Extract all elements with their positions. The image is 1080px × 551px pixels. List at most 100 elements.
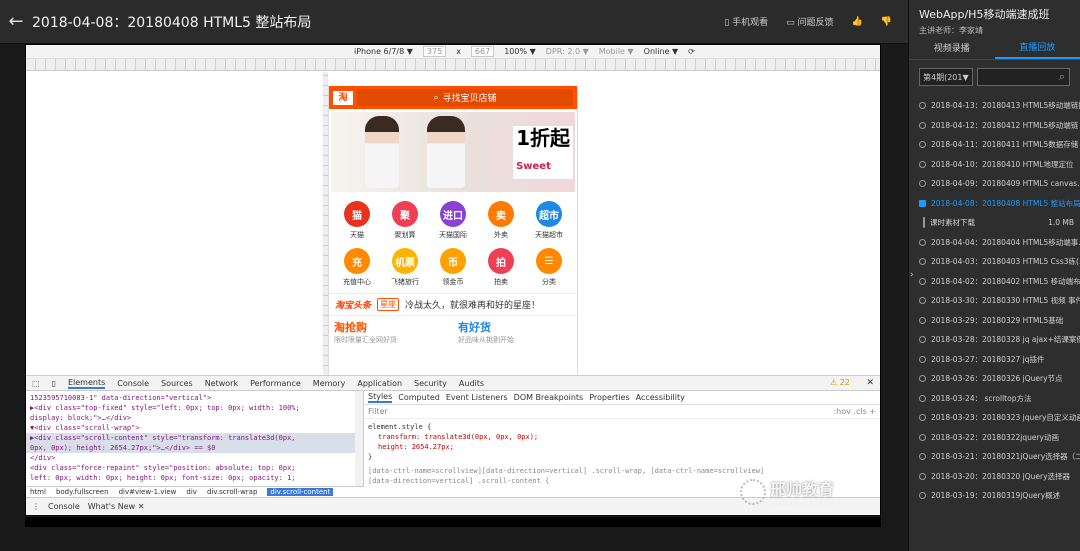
dom-node-line[interactable]: left: 0px; width: 0px; height: 0px; font…	[30, 473, 359, 483]
grid-item[interactable]: 充充值中心	[333, 248, 381, 287]
lesson-item[interactable]: 2018-03-27：20180327 jq插件	[909, 350, 1080, 370]
height-field[interactable]: 667	[470, 46, 495, 57]
play-circle-icon	[919, 355, 926, 363]
tab-video[interactable]: 视频录播	[909, 36, 995, 59]
thumbs-down-icon[interactable]: 👎	[881, 17, 892, 27]
lesson-item[interactable]: 2018-03-19：20180319jQuery概述	[909, 486, 1080, 506]
grid-item[interactable]: ☰ 分类	[525, 248, 573, 287]
dom-node-line[interactable]: 0px, 0px); height: 2654.27px;">…</div> =…	[26, 443, 363, 453]
tab-audits[interactable]: Audits	[459, 379, 484, 388]
lesson-item[interactable]: 2018-03-29：20180329 HTML5基础	[909, 311, 1080, 331]
tab-sources[interactable]: Sources	[161, 379, 193, 388]
grid-item[interactable]: 机票 飞猪旅行	[381, 248, 429, 287]
promo-qianggou[interactable]: 淘抢购 限时限量汇全网好货	[329, 316, 453, 355]
play-circle-icon	[919, 102, 926, 110]
lesson-item[interactable]: 2018-04-04：20180404 HTML5移动端事...	[909, 233, 1080, 253]
elements-tree[interactable]: 1523595710083-1" data-direction="vertica…	[26, 391, 364, 486]
breadcrumb-item[interactable]: body.fullscreen	[56, 488, 109, 496]
lesson-material[interactable]: 课时素材下载 1.0 MB	[909, 213, 1080, 233]
mode-select[interactable]: Mobile ▼	[599, 47, 634, 56]
tab-memory[interactable]: Memory	[313, 379, 346, 388]
period-select[interactable]: 第4期(201▼	[919, 68, 973, 86]
rotate-icon[interactable]: ⟳	[688, 47, 695, 56]
dom-node-line[interactable]: ▶<div class="top-fixed" style="left: 0px…	[30, 403, 359, 413]
breadcrumb-item[interactable]: html	[30, 488, 46, 496]
lesson-item[interactable]: 2018-03-28：20180328 jq ajax+结课案例	[909, 330, 1080, 350]
styles-filter[interactable]: Filter:hov .cls +	[364, 405, 880, 419]
tab-elements[interactable]: Elements	[67, 378, 106, 389]
tab-security[interactable]: Security	[414, 379, 447, 388]
course-title: WebApp/H5移动端速成班	[919, 8, 1050, 21]
dom-node-line[interactable]: <div class="force-repaint" style="positi…	[30, 463, 359, 473]
lesson-item[interactable]: 2018-04-10：20180410 HTML地理定位	[909, 155, 1080, 175]
grid-item[interactable]: 猫天猫	[333, 201, 381, 240]
styles-tab[interactable]: Properties	[589, 393, 629, 402]
lesson-item[interactable]: 2018-04-12：20180412 HTML5移动端链	[909, 116, 1080, 136]
drawer-tab[interactable]: What's New ✕	[88, 502, 145, 511]
lesson-item[interactable]: 2018-04-02：20180402 HTML5 移动端布局	[909, 272, 1080, 292]
lesson-item[interactable]: 2018-03-30：20180330 HTML5 视频 事件	[909, 291, 1080, 311]
breadcrumb-item[interactable]: div.scroll-content	[267, 488, 334, 496]
dom-node-line[interactable]: </div>	[30, 453, 359, 463]
styles-tab[interactable]: Event Listeners	[446, 393, 508, 402]
chevron-right-icon[interactable]: ›	[910, 270, 914, 280]
lesson-item[interactable]: 2018-03-22：20180322jquery动画	[909, 428, 1080, 448]
grid-item-label: 天猫国际	[439, 231, 467, 239]
sidebar-search-input[interactable]: ⌕	[977, 68, 1070, 86]
grid-item[interactable]: 卖外卖	[477, 201, 525, 240]
mobile-watch-button[interactable]: ▯ 手机观看	[724, 15, 768, 28]
search-bar[interactable]: ⌕ 寻找宝贝店铺	[357, 89, 573, 106]
lesson-item[interactable]: 2018-03-23：20180323 jquery自定义动画	[909, 408, 1080, 428]
tab-application[interactable]: Application	[357, 379, 402, 388]
inspect-icon[interactable]: ⬚	[32, 379, 40, 388]
lesson-list: 2018-04-13：20180413 HTML5移动端链接 2018-04-12…	[909, 96, 1080, 506]
feedback-button[interactable]: ▭ 问题反馈	[786, 15, 833, 28]
breadcrumb-item[interactable]: div#view-1.view	[119, 488, 177, 496]
warning-count[interactable]: ⚠ 22	[830, 378, 850, 387]
dom-node-line[interactable]: display: block;">…</div>	[30, 413, 359, 423]
headline-bar[interactable]: 淘宝头条 星座 冷战太久，就很难再和好的星座！	[329, 293, 577, 315]
tab-console[interactable]: Console	[117, 379, 149, 388]
drawer-tab[interactable]: Console	[48, 502, 80, 511]
lesson-item[interactable]: 2018-03-24： scrolltop方法	[909, 389, 1080, 409]
lesson-item[interactable]: 2018-03-26：20180326 jQuery节点	[909, 369, 1080, 389]
grid-item[interactable]: 超市 天猫超市	[525, 201, 573, 240]
styles-tab[interactable]: Accessibility	[636, 393, 685, 402]
styles-tab[interactable]: Styles	[368, 392, 393, 403]
thumbs-up-icon[interactable]: 👍	[852, 17, 863, 27]
lesson-item[interactable]: 2018-04-09：20180409 HTML5 canvas...	[909, 174, 1080, 194]
lesson-item[interactable]: 2018-04-08：20180408 HTML5 整站布局	[909, 194, 1080, 214]
grid-item[interactable]: 进口 天猫国际	[429, 201, 477, 240]
grid-item[interactable]: 聚聚划算	[381, 201, 429, 240]
promo-haohuo[interactable]: 有好货 好品味从挑剔开始	[453, 316, 577, 355]
dom-node-line[interactable]: ▶<div class="scroll-content" style="tran…	[26, 433, 363, 443]
video-player[interactable]: iPhone 6/7/8 ▼ 375 x 667 100% ▼ DPR: 2.0…	[25, 44, 881, 516]
grid-item[interactable]: 币领金币	[429, 248, 477, 287]
zoom-select[interactable]: 100% ▼	[504, 47, 536, 56]
lesson-item[interactable]: 2018-04-13：20180413 HTML5移动端链接	[909, 96, 1080, 116]
width-field[interactable]: 375	[422, 46, 447, 57]
lesson-item[interactable]: 2018-04-03：20180403 HTML5 Css3练(...	[909, 252, 1080, 272]
device-mode-icon[interactable]: ▯	[52, 379, 56, 388]
tab-performance[interactable]: Performance	[250, 379, 301, 388]
tab-live[interactable]: 直播回放	[994, 36, 1080, 59]
dpr-select[interactable]: DPR: 2.0 ▼	[546, 47, 589, 56]
tab-network[interactable]: Network	[205, 379, 238, 388]
dom-node-line[interactable]: ▼<div class="scroll-wrap">	[30, 423, 359, 433]
device-select[interactable]: iPhone 6/7/8 ▼	[354, 47, 413, 56]
drawer-menu-icon[interactable]: ⋮	[32, 502, 40, 511]
lesson-item[interactable]: 2018-04-11：20180411 HTML5数据存储	[909, 135, 1080, 155]
styles-tab[interactable]: DOM Breakpoints	[514, 393, 584, 402]
lesson-item[interactable]: 2018-03-20：20180320 jQuery选择器	[909, 467, 1080, 487]
grid-item[interactable]: 拍拍卖	[477, 248, 525, 287]
promo-banner[interactable]: 1折起 Sweet	[331, 112, 575, 192]
breadcrumb-item[interactable]: div.scroll-wrap	[207, 488, 257, 496]
dom-node-line[interactable]: 1523595710083-1" data-direction="vertica…	[30, 393, 359, 403]
arrow-left-icon[interactable]: ←	[0, 11, 32, 32]
network-select[interactable]: Online ▼	[644, 47, 679, 56]
styles-tab[interactable]: Computed	[398, 393, 440, 402]
close-icon[interactable]: ✕	[866, 378, 874, 388]
scrollbar[interactable]	[355, 391, 363, 486]
breadcrumb-item[interactable]: div	[186, 488, 197, 496]
lesson-item[interactable]: 2018-03-21：20180321jQuery选择器（二...	[909, 447, 1080, 467]
